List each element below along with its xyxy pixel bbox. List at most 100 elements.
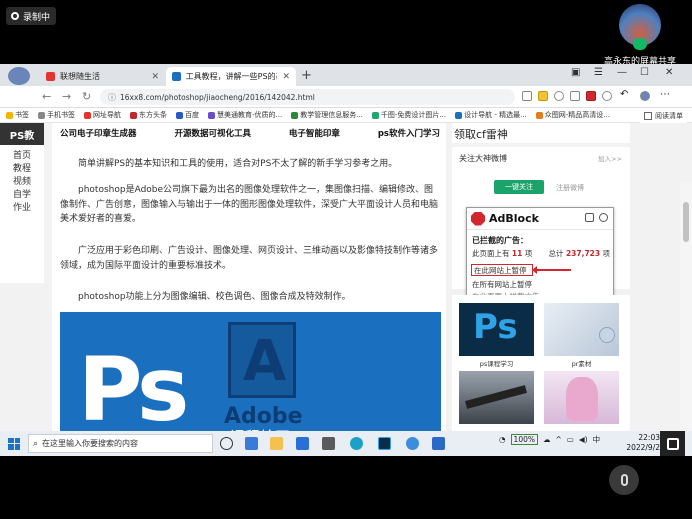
favorite-icon[interactable] xyxy=(554,91,564,101)
bookmark-favicon-icon xyxy=(535,111,543,119)
explorer-icon[interactable] xyxy=(270,437,283,450)
annotation-arrow xyxy=(532,266,571,274)
bookmark-label: 网址导航 xyxy=(93,111,121,119)
follow-more-link[interactable]: 加入>> xyxy=(598,153,622,163)
bookmark-item[interactable]: 书签 xyxy=(6,110,29,120)
adobe-logo-icon: A xyxy=(228,322,296,398)
pause-on-all-sites-option[interactable]: 在所有网站上暂停 xyxy=(472,279,532,290)
reading-list-button[interactable]: 阅读清单 xyxy=(640,108,687,123)
taskbar-search-input[interactable]: ⌕ 在这里输入你要搜索的内容 xyxy=(28,434,213,453)
collections-icon[interactable]: ▣ xyxy=(571,67,580,78)
volume-icon[interactable]: ◀) xyxy=(579,435,588,444)
clock-time: 22:03 xyxy=(638,433,660,442)
profile-icon[interactable] xyxy=(640,91,650,101)
ps-favicon-icon xyxy=(172,72,181,81)
thumb-gun[interactable] xyxy=(459,371,534,424)
extension-icon[interactable] xyxy=(522,91,532,101)
collections-icon[interactable] xyxy=(570,91,580,101)
url-field[interactable]: ⓘ 16xx8.com/photoshop/jiaocheng/2016/142… xyxy=(100,89,515,105)
mute-mic-button[interactable] xyxy=(609,465,639,495)
mic-active-icon xyxy=(633,38,647,50)
bookmark-item[interactable]: 教学管理信息服务... xyxy=(291,110,363,120)
ad-link[interactable]: 电子智能印章 xyxy=(289,127,340,139)
bookmark-item[interactable]: 网址导航 xyxy=(84,110,121,120)
thumb-anime[interactable] xyxy=(544,371,619,424)
site-logo[interactable]: PS教 xyxy=(0,123,44,145)
bookmark-favicon-icon xyxy=(38,111,45,119)
forward-icon[interactable]: → xyxy=(62,90,71,103)
bookmark-item[interactable]: 设计导航 - 精选最... xyxy=(455,110,527,120)
sidenav-item-home[interactable]: 首页 xyxy=(0,150,44,163)
edge-icon[interactable] xyxy=(350,437,363,450)
follow-button[interactable]: 一键关注 xyxy=(494,180,544,194)
pause-icon[interactable] xyxy=(585,213,594,222)
chevron-up-icon[interactable]: ^ xyxy=(556,435,562,444)
bookmark-item[interactable]: 手机书签 xyxy=(38,110,75,120)
notification-button[interactable] xyxy=(660,431,685,456)
thumb-ps-course[interactable]: Ps xyxy=(459,303,534,356)
close-icon[interactable]: ✕ xyxy=(151,72,159,82)
minimize-icon[interactable]: — xyxy=(617,67,627,78)
more-icon[interactable]: ⋯ xyxy=(660,89,670,100)
gun-image xyxy=(465,385,527,409)
close-window-icon[interactable]: ✕ xyxy=(665,67,673,78)
windows-start-icon[interactable] xyxy=(8,437,20,450)
page-scrollbar[interactable] xyxy=(680,182,692,456)
tab-ps-tutorial[interactable]: 工具教程，讲解一些PS的基础... ✕ xyxy=(166,67,296,86)
article-paragraph: 广泛应用于彩色印刷、广告设计、图像处理、网页设计、三维动画以及影像特技制作等诸多… xyxy=(60,246,439,271)
thumb-label: pr素材 xyxy=(571,360,592,368)
close-icon[interactable]: ✕ xyxy=(282,72,290,82)
search-placeholder: 在这里输入你要搜索的内容 xyxy=(42,439,139,448)
refresh-icon[interactable]: ↻ xyxy=(82,90,91,103)
sidenav-item-selfstudy[interactable]: 自学 xyxy=(0,189,44,202)
register-weibo-link[interactable]: 注册微博 xyxy=(556,183,584,193)
menu-icon[interactable]: ☰ xyxy=(594,67,603,78)
bookmark-favicon-icon xyxy=(6,111,13,119)
mail-icon[interactable] xyxy=(296,437,309,450)
adblock-icon[interactable] xyxy=(586,91,596,101)
browser-app-icon[interactable] xyxy=(406,437,419,450)
undo-icon[interactable]: ↶ xyxy=(620,89,630,100)
ad-link[interactable]: 公司电子印章生成器 xyxy=(60,127,137,139)
ime-indicator[interactable]: 中 xyxy=(593,434,601,445)
right-sidebar: 领取cf雷神 关注大神微博 加入>> 一键关注 注册微博 AdBlock 已拦截… xyxy=(452,123,630,437)
bookmark-item[interactable]: 慧美通教育-优质的... xyxy=(208,110,282,120)
bookmark-label: 手机书签 xyxy=(47,111,75,119)
extension-icon[interactable] xyxy=(538,91,548,101)
photoshop-app-icon[interactable] xyxy=(378,437,391,450)
lenovo-favicon-icon xyxy=(46,72,55,81)
ad-link[interactable]: 开源数据可视化工具 xyxy=(174,127,251,139)
maximize-icon[interactable]: ☐ xyxy=(640,67,649,78)
bookmark-label: 设计导航 - 精选最... xyxy=(464,111,527,119)
taskbar-clock[interactable]: 22:03 2022/9/2 xyxy=(622,433,660,453)
sidebar-ad-title[interactable]: 领取cf雷神 xyxy=(452,123,630,143)
wifi-icon[interactable]: ◔ xyxy=(499,435,506,444)
task-view-icon[interactable] xyxy=(220,437,233,450)
cloud-icon[interactable]: ☁ xyxy=(543,435,551,444)
battery-indicator[interactable]: 100% xyxy=(510,434,538,445)
bookmark-item[interactable]: 众图网-精品高清设... xyxy=(535,110,610,120)
thumb-pr-material[interactable] xyxy=(544,303,619,356)
network-icon[interactable]: ▭ xyxy=(567,435,574,444)
gear-icon[interactable] xyxy=(599,213,608,222)
meeting-app-icon[interactable] xyxy=(432,437,445,450)
bookmark-item[interactable]: 百度 xyxy=(176,110,199,120)
download-icon[interactable] xyxy=(602,91,612,101)
system-tray: ◔ 100% ☁ ^ ▭ ◀) 中 xyxy=(499,434,600,445)
bookmark-item[interactable]: 东方头条 xyxy=(130,110,167,120)
ad-link[interactable]: ps软件入门学习 xyxy=(378,127,440,139)
sidenav-item-tutorial[interactable]: 教程 xyxy=(0,163,44,176)
back-icon[interactable]: ← xyxy=(42,90,51,103)
webpage: PS教 首页 教程 视频 自学 作业 公司电子印章生成器 开源数据可视化工具 电… xyxy=(0,123,692,456)
sidenav-item-video[interactable]: 视频 xyxy=(0,176,44,189)
reading-list-label: 阅读清单 xyxy=(655,111,683,120)
bookmark-item[interactable]: 千图-免费设计图片... xyxy=(371,110,446,120)
reading-list-icon xyxy=(644,111,652,120)
widgets-icon[interactable] xyxy=(245,437,258,450)
sidenav-item-homework[interactable]: 作业 xyxy=(0,202,44,215)
tab-lenovo[interactable]: 联想随生活 ✕ xyxy=(40,67,165,86)
pause-on-site-option[interactable]: 在此网站上暂停 xyxy=(471,264,533,276)
new-tab-button[interactable]: + xyxy=(301,68,312,83)
store-icon[interactable] xyxy=(322,437,335,450)
browser-avatar-icon[interactable] xyxy=(8,67,30,85)
